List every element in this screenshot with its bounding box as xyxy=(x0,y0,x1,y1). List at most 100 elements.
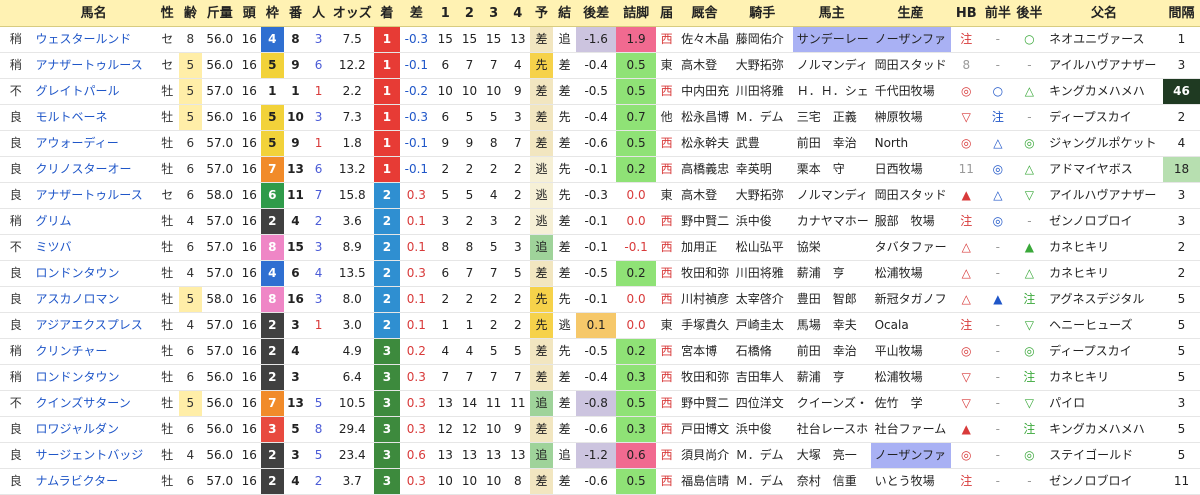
col-header-first-half[interactable]: 前半 xyxy=(982,0,1014,27)
col-header-last-diff[interactable]: 後差 xyxy=(576,0,617,27)
horse-name-link[interactable]: アジアエクスプレス xyxy=(31,312,156,339)
horse-name-link[interactable]: ロンドンタウン xyxy=(31,260,156,287)
col-header-result[interactable]: 結 xyxy=(553,0,577,27)
col-header-odds[interactable]: オッズ xyxy=(330,0,375,27)
horse-name-link[interactable]: ナムラビクター xyxy=(31,468,156,495)
col-header-jockey[interactable]: 騎手 xyxy=(731,0,793,27)
table-row[interactable]: 稍ロンドンタウン牡 6 56.0 16 2 3 6.4 3 0.3 7 7 7 7 差差 -0.4 0.3 西牧… xyxy=(0,364,1200,391)
horse-name-link[interactable]: ロンドンタウン xyxy=(31,364,156,391)
breeder-cell: 社台ファーム xyxy=(870,416,951,443)
breeder-cell: 千代田牧場 xyxy=(870,78,951,105)
col-header-popularity[interactable]: 人 xyxy=(307,0,331,27)
prediction-cell: 差 xyxy=(529,338,554,365)
first-half-cell: - xyxy=(982,364,1014,391)
table-row[interactable]: 不クインズサターン牡 5 56.0 16 7 13 5 10.5 3 0.3 13 14 11 11 追差 -… xyxy=(0,390,1200,417)
age-cell: 4 xyxy=(178,442,202,469)
col-header-owner[interactable]: 馬主 xyxy=(792,0,871,27)
col-header-weight[interactable]: 斤量 xyxy=(201,0,238,27)
table-row[interactable]: 稍ウェスタールンドセ 8 56.0 16 4 8 3 7.5 1 -0.3 15 15 15 13 差追 -1… xyxy=(0,26,1200,53)
first-half-cell: - xyxy=(982,52,1014,79)
first-half-cell: - xyxy=(982,390,1014,417)
odds-cell: 13.2 xyxy=(330,156,375,183)
table-row[interactable]: 稍アナザートゥルースセ 5 56.0 16 5 9 6 12.2 1 -0.1 6 7 7 4 先差 -0.4… xyxy=(0,52,1200,79)
col-header-sex[interactable]: 性 xyxy=(155,0,179,27)
odds-cell: 3.0 xyxy=(330,312,375,339)
table-row[interactable]: 良ロンドンタウン牡 4 57.0 16 4 6 4 13.5 2 0.3 6 7 7 5 差差 -0.5 0.2… xyxy=(0,260,1200,287)
horse-name-link[interactable]: アウォーディー xyxy=(31,130,156,157)
col-header-second-half[interactable]: 後半 xyxy=(1013,0,1046,27)
table-row[interactable]: 稍クリンチャー牡 6 57.0 16 2 4 4.9 3 0.2 4 4 5 5 差先 -0.5 0.2 西宮本… xyxy=(0,338,1200,365)
horse-name-link[interactable]: ミツバ xyxy=(31,234,156,261)
horse-name-link[interactable]: アスカノロマン xyxy=(31,286,156,313)
horse-name-link[interactable]: ウェスタールンド xyxy=(31,26,156,53)
table-row[interactable]: 良アスカノロマン牡 5 58.0 16 8 16 3 8.0 2 0.1 2 2 2 2 先先 -0.1 0.0… xyxy=(0,286,1200,313)
waku-cell: 5 xyxy=(260,130,284,157)
odds-cell: 15.8 xyxy=(330,182,375,209)
horse-name-link[interactable]: クリノスターオー xyxy=(31,156,156,183)
col-header-margin[interactable]: 差 xyxy=(399,0,434,27)
second-half-cell: - xyxy=(1013,52,1046,79)
jockey-cell: 大野拓弥 xyxy=(731,52,793,79)
interval-cell: 3 xyxy=(1162,52,1200,79)
col-header-umaban[interactable]: 番 xyxy=(283,0,308,27)
trainer-cell: 松永幹夫 xyxy=(677,130,732,157)
col-header-corner-3[interactable]: 3 xyxy=(481,0,506,27)
col-header-hb[interactable]: HB xyxy=(950,0,983,27)
col-header-corner[interactable] xyxy=(0,0,32,27)
age-cell: 6 xyxy=(178,338,202,365)
sex-cell: 牡 xyxy=(155,156,179,183)
col-header-breeder[interactable]: 生産 xyxy=(870,0,951,27)
corner4-cell: 9 xyxy=(505,416,530,443)
col-header-age[interactable]: 齢 xyxy=(178,0,202,27)
table-row[interactable]: 良アナザートゥルースセ 6 58.0 16 6 11 7 15.8 2 0.3 5 5 4 2 逃先 -0.3… xyxy=(0,182,1200,209)
table-row[interactable]: 不ミツバ牡 6 57.0 16 8 15 3 8.9 2 0.1 8 8 5 3 追差 -0.1 -0.1 西加用… xyxy=(0,234,1200,261)
horse-name-link[interactable]: グレイトパール xyxy=(31,78,156,105)
corner1-cell: 3 xyxy=(433,208,458,235)
breeder-cell: 日西牧場 xyxy=(870,156,951,183)
table-row[interactable]: 不グレイトパール牡 5 57.0 16 1 1 1 2.2 1 -0.2 10 10 10 9 差差 -0.5… xyxy=(0,78,1200,105)
col-header-trainer-stable[interactable]: 厩舎 xyxy=(677,0,732,27)
table-row[interactable]: 良クリノスターオー牡 6 57.0 16 7 13 6 13.2 1 -0.1 2 2 2 2 逃先 -0.1… xyxy=(0,156,1200,183)
horse-name-link[interactable]: クインズサターン xyxy=(31,390,156,417)
col-header-heads[interactable]: 頭 xyxy=(237,0,261,27)
horse-name-link[interactable]: ロワジャルダン xyxy=(31,416,156,443)
prediction-cell: 先 xyxy=(529,52,554,79)
table-row[interactable]: 稍グリム牡 4 57.0 16 2 4 2 3.6 2 0.1 3 2 3 2 逃差 -0.1 0.0 西野中賢二… xyxy=(0,208,1200,235)
col-header-waku[interactable]: 枠 xyxy=(260,0,284,27)
trainer-cell: 加用正 xyxy=(677,234,732,261)
horse-name-link[interactable]: グリム xyxy=(31,208,156,235)
table-row[interactable]: 良ナムラビクター牡 6 57.0 16 2 4 2 3.7 3 0.3 10 10 10 8 差差 -0.6 0… xyxy=(0,468,1200,495)
horse-name-link[interactable]: サージェントバッジ xyxy=(31,442,156,469)
horse-name-link[interactable]: アナザートゥルース xyxy=(31,52,156,79)
col-header-corner-4[interactable]: 4 xyxy=(505,0,530,27)
result-cell: 逃 xyxy=(553,312,577,339)
table-row[interactable]: 良アウォーディー牡 6 57.0 16 5 9 1 1.8 1 -0.1 9 9 8 7 差差 -0.6 0.5… xyxy=(0,130,1200,157)
owner-cell: サンデーレー xyxy=(792,26,871,53)
sex-cell: 牡 xyxy=(155,130,179,157)
col-header-finish[interactable]: 着 xyxy=(374,0,400,27)
table-row[interactable]: 良モルトベーネ牡 5 56.0 16 5 10 3 7.3 1 -0.3 6 5 5 3 差先 -0.4 0.7… xyxy=(0,104,1200,131)
age-cell: 6 xyxy=(178,156,202,183)
col-header-corner-2[interactable]: 2 xyxy=(457,0,482,27)
first-half-cell: - xyxy=(982,26,1014,53)
table-row[interactable]: 良サージェントバッジ牡 4 56.0 16 2 3 5 23.4 3 0.6 13 13 13 13 追追 -… xyxy=(0,442,1200,469)
horse-name-link[interactable]: クリンチャー xyxy=(31,338,156,365)
finish-cell: 2 xyxy=(374,208,400,235)
horse-name-link[interactable]: モルトベーネ xyxy=(31,104,156,131)
horse-name-link[interactable]: アナザートゥルース xyxy=(31,182,156,209)
col-header-corner-1[interactable]: 1 xyxy=(433,0,458,27)
col-header-prediction[interactable]: 予 xyxy=(529,0,554,27)
weight-cell: 56.0 xyxy=(201,104,238,131)
table-row[interactable]: 良ロワジャルダン牡 6 56.0 16 3 5 8 29.4 3 0.3 12 12 10 9 差差 -0.6… xyxy=(0,416,1200,443)
sex-cell: 牡 xyxy=(155,208,179,235)
table-row[interactable]: 良アジアエクスプレス牡 4 57.0 16 2 3 1 3.0 2 0.1 1 1 2 2 先逃 0.1 0.0… xyxy=(0,312,1200,339)
col-header-interval[interactable]: 間隔 xyxy=(1162,0,1200,27)
col-header-region[interactable]: 届 xyxy=(656,0,678,27)
track-condition: 稍 xyxy=(0,26,32,53)
finish-cell: 2 xyxy=(374,312,400,339)
corner1-cell: 6 xyxy=(433,104,458,131)
col-header-horse-name[interactable]: 馬名 xyxy=(31,0,156,27)
age-cell: 5 xyxy=(178,104,202,131)
col-header-sire[interactable]: 父名 xyxy=(1045,0,1163,27)
col-header-closing[interactable]: 詰脚 xyxy=(616,0,657,27)
